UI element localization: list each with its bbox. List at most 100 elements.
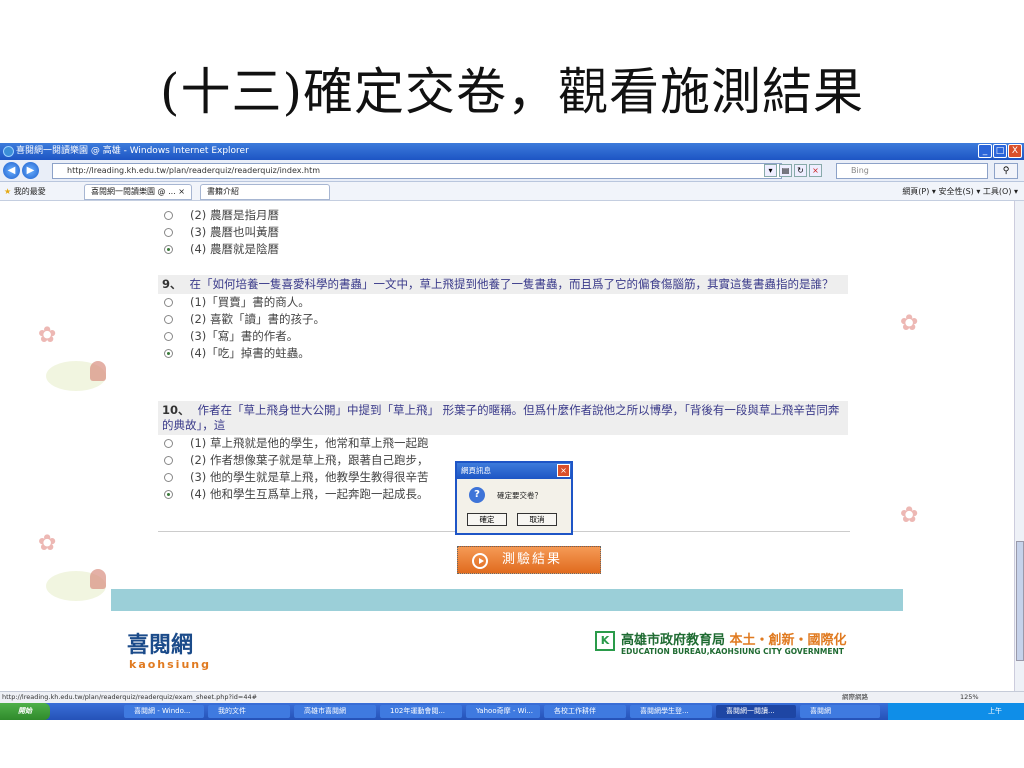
tab-reading-park[interactable]: 喜閱網一閱讀樂園 @ ... ×	[84, 184, 192, 200]
radio-button-selected[interactable]	[164, 349, 173, 358]
radio-button[interactable]	[164, 473, 173, 482]
tab-label: 喜閱網一閱讀樂園 @ ...	[91, 187, 176, 196]
status-url: http://lreading.kh.edu.tw/plan/readerqui…	[2, 693, 258, 701]
slide-title: (十三)確定交卷，觀看施測結果	[159, 63, 864, 121]
refresh-icon[interactable]: ↻	[794, 164, 807, 177]
option-label: (1)「買賣」書的商人。	[190, 295, 310, 309]
taskbar-item[interactable]: 喜閱網 - Windo...	[124, 705, 204, 718]
option-row[interactable]: (4)「吃」掉書的蛀蟲。	[158, 345, 848, 362]
option-label: (3)「寫」書的作者。	[190, 329, 299, 343]
taskbar-item[interactable]: 喜閱網學生登...	[630, 705, 712, 718]
radio-button[interactable]	[164, 439, 173, 448]
option-row[interactable]: (4) 農曆就是陰曆	[158, 241, 848, 258]
test-result-button[interactable]: 測驗結果	[457, 546, 601, 574]
radio-button[interactable]	[164, 298, 173, 307]
option-row[interactable]: (2) 農曆是指月曆	[158, 207, 848, 224]
education-bureau-logo-icon: K	[595, 631, 615, 651]
play-icon	[472, 553, 488, 569]
address-bar: ◀ ▶ http://lreading.kh.edu.tw/plan/reade…	[0, 160, 1024, 182]
option-label: (4) 他和學生互爲草上飛，一起奔跑一起成長。	[190, 487, 429, 501]
tab-label: 書籍介紹	[207, 187, 239, 196]
zoom-level[interactable]: 125%	[960, 692, 979, 703]
question-heading: 9、 在「如何培養一隻喜愛科學的書蟲」一文中，草上飛提到他養了一隻書蟲，而且爲了它…	[158, 275, 848, 294]
close-window-button[interactable]: X	[1008, 144, 1022, 158]
option-row[interactable]: (3) 農曆也叫黃曆	[158, 224, 848, 241]
close-tab-icon[interactable]: ×	[178, 187, 185, 196]
option-row[interactable]: (3)「寫」書的作者。	[158, 328, 848, 345]
question-text: 作者在「草上飛身世大公開」中提到「草上飛」 形葉子的暱稱。但爲什麼作者說他之所以…	[162, 403, 840, 432]
option-label: (1) 草上飛就是他的學生，他常和草上飛一起跑	[190, 436, 429, 450]
taskbar-item[interactable]: Yahoo奇摩 - Wi...	[466, 705, 540, 718]
security-zone: 網際網路	[842, 693, 868, 701]
mushroom-decoration	[90, 361, 106, 381]
radio-button[interactable]	[164, 228, 173, 237]
compat-icon[interactable]: ▤	[779, 164, 792, 177]
option-label: (4)「吃」掉書的蛀蟲。	[190, 346, 310, 360]
site-logo[interactable]: 喜閱網	[127, 627, 193, 659]
option-row[interactable]: (1) 草上飛就是他的學生，他常和草上飛一起跑	[158, 435, 848, 452]
favorites-bar: ★ 我的最愛 喜閱網一閱讀樂園 @ ... × 書籍介紹 網頁(P) ▾ 安全性…	[0, 182, 1024, 201]
flower-icon: ✿	[900, 503, 919, 528]
taskbar-item[interactable]: 高雄市喜閱網	[294, 705, 376, 718]
command-bar[interactable]: 網頁(P) ▾ 安全性(S) ▾ 工具(O) ▾	[902, 182, 1018, 201]
url-tools: ▾ ▤ ↻ ×	[764, 164, 822, 177]
clock[interactable]: 上午 11:01	[988, 707, 1008, 720]
minimize-button[interactable]: _	[978, 144, 992, 158]
start-button[interactable]: 開始	[0, 703, 50, 720]
window-title: 喜閱網一閱讀樂園 @ 高雄 - Windows Internet Explore…	[16, 146, 249, 156]
status-bar: http://lreading.kh.edu.tw/plan/readerqui…	[0, 691, 1024, 703]
scrollbar-thumb[interactable]	[1016, 541, 1024, 661]
maximize-button[interactable]: □	[993, 144, 1007, 158]
taskbar-item[interactable]: 各校工作耕伴	[544, 705, 626, 718]
search-input[interactable]: Bing	[836, 163, 988, 179]
search-icon[interactable]: ⚲	[994, 163, 1018, 179]
radio-button-selected[interactable]	[164, 245, 173, 254]
stop-icon[interactable]: ×	[809, 164, 822, 177]
dropdown-icon[interactable]: ▾	[764, 164, 777, 177]
browser-screenshot: 喜閱網一閱讀樂園 @ 高雄 - Windows Internet Explore…	[0, 143, 1024, 720]
window-buttons: _ □ X	[978, 144, 1022, 158]
taskbar-item[interactable]: 102年運動會閱...	[380, 705, 462, 718]
question-number: 9、	[162, 277, 182, 291]
window-titlebar: 喜閱網一閱讀樂園 @ 高雄 - Windows Internet Explore…	[0, 143, 1024, 160]
tab-book-intro[interactable]: 書籍介紹	[200, 184, 330, 200]
option-row[interactable]: (1)「買賣」書的商人。	[158, 294, 848, 311]
option-row[interactable]: (2) 喜歡「讀」書的孩子。	[158, 311, 848, 328]
bureau-slogan: 本土・創新・國際化	[729, 633, 847, 648]
footer-banner	[111, 589, 903, 611]
back-icon[interactable]: ◀	[3, 162, 20, 179]
site-logo-sub: kaohsiung	[129, 658, 211, 671]
question-9: 9、 在「如何培養一隻喜愛科學的書蟲」一文中，草上飛提到他養了一隻書蟲，而且爲了它…	[158, 275, 848, 362]
ie-icon	[3, 146, 14, 157]
option-label: (3) 他的學生就是草上飛，他教學生教得很辛苦	[190, 470, 429, 484]
cancel-button[interactable]: 取消	[517, 513, 557, 526]
radio-button[interactable]	[164, 211, 173, 220]
ok-button[interactable]: 確定	[467, 513, 507, 526]
dialog-title: 網頁訊息	[457, 463, 571, 479]
star-icon: ★	[4, 187, 12, 196]
option-label: (3) 農曆也叫黃曆	[190, 225, 279, 239]
radio-button[interactable]	[164, 332, 173, 341]
education-bureau-name[interactable]: 高雄市政府教育局 本土・創新・國際化	[621, 629, 847, 648]
confirm-dialog: 網頁訊息 × ? 確定要交卷？ 確定 取消	[455, 461, 573, 535]
taskbar-item[interactable]: 喜閱網	[800, 705, 880, 718]
test-result-label: 測驗結果	[502, 552, 563, 567]
option-label: (4) 農曆就是陰曆	[190, 242, 279, 256]
favorites-label: 我的最愛	[13, 187, 46, 196]
previous-question-options: (2) 農曆是指月曆 (3) 農曆也叫黃曆 (4) 農曆就是陰曆	[158, 207, 848, 258]
flower-icon: ✿	[900, 311, 919, 336]
vertical-scrollbar[interactable]	[1014, 201, 1024, 691]
dialog-close-button[interactable]: ×	[557, 464, 570, 477]
flower-icon: ✿	[38, 323, 57, 348]
url-input[interactable]: http://lreading.kh.edu.tw/plan/readerqui…	[52, 163, 782, 179]
taskbar-item-active[interactable]: 喜閱網一閱讀...	[716, 705, 796, 718]
radio-button[interactable]	[164, 315, 173, 324]
favorites-button[interactable]: ★ 我的最愛	[4, 182, 46, 201]
taskbar-item[interactable]: 我的文件	[208, 705, 290, 718]
radio-button-selected[interactable]	[164, 490, 173, 499]
mushroom-decoration	[90, 569, 106, 589]
radio-button[interactable]	[164, 456, 173, 465]
option-label: (2) 作者想像葉子就是草上飛，跟著自己跑步，	[190, 453, 429, 467]
forward-icon[interactable]: ▶	[22, 162, 39, 179]
system-tray: 上午 11:01	[888, 703, 1024, 720]
